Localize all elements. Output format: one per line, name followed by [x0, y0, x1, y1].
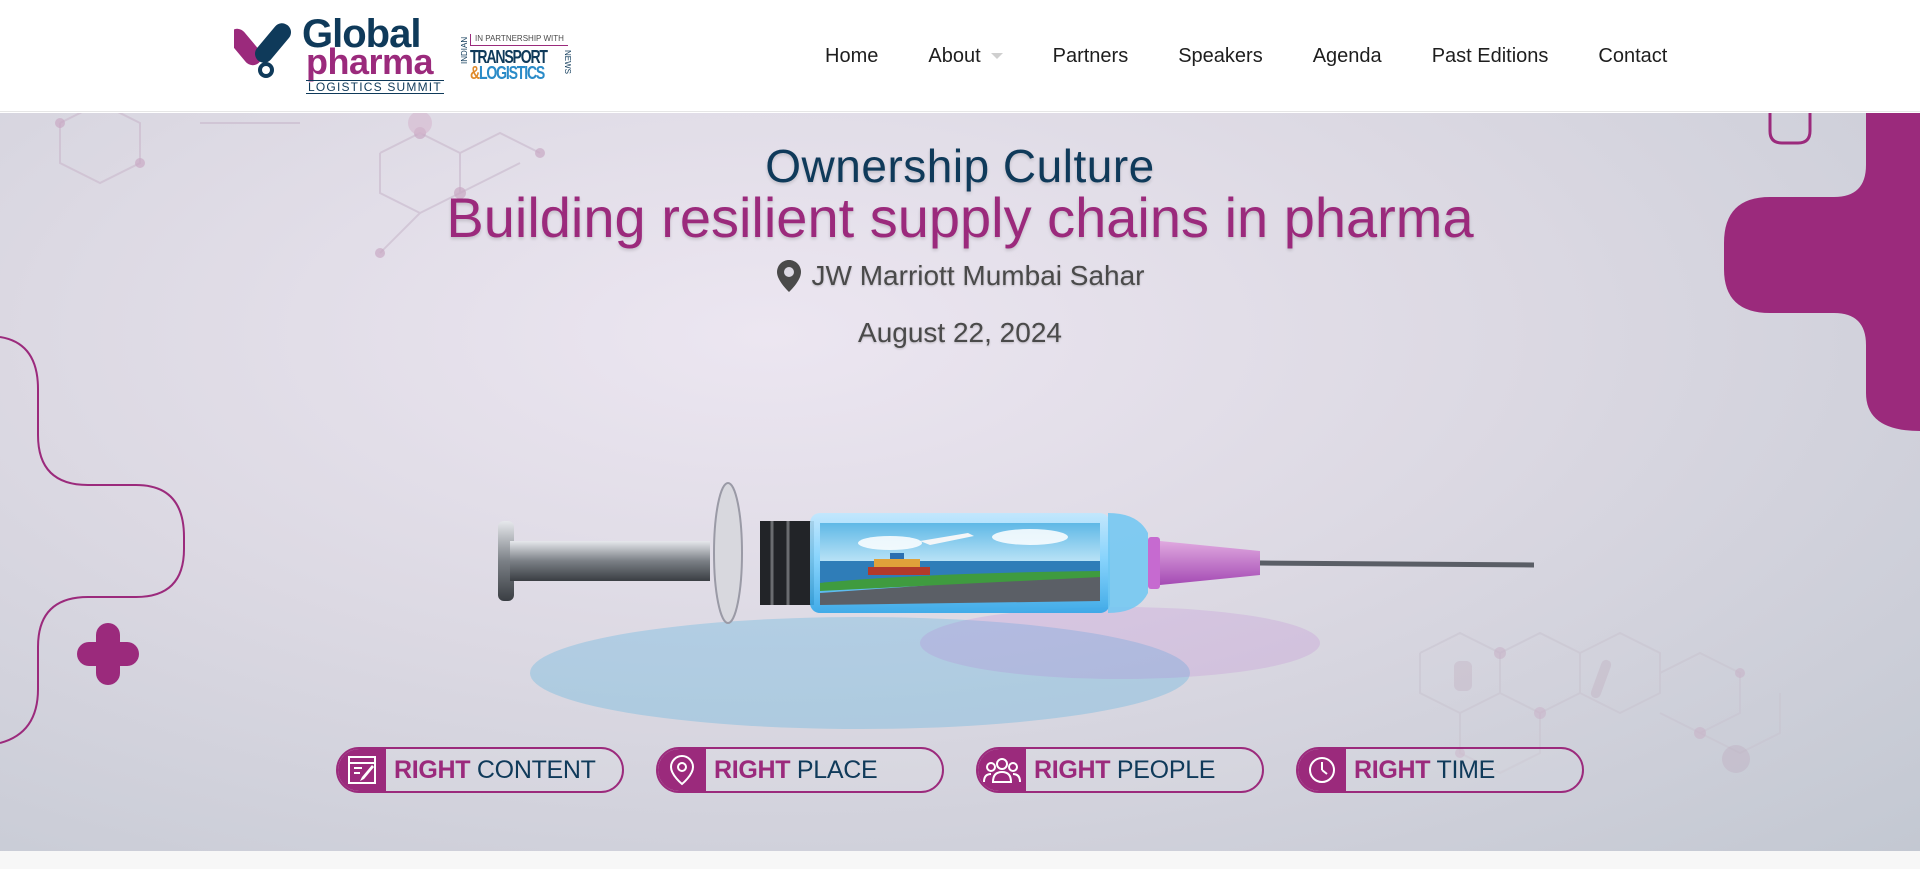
chevron-down-icon [990, 53, 1003, 59]
nav-speakers[interactable]: Speakers [1153, 45, 1288, 68]
pill-right-people: RIGHT PEOPLE [976, 747, 1264, 793]
logo-word-summit: LOGISTICS SUMMIT [306, 80, 444, 94]
site-logo[interactable]: Global pharma LOGISTICS SUMMIT IN PARTNE… [234, 14, 574, 100]
pill-rest-text: PEOPLE [1110, 755, 1216, 784]
people-icon [978, 749, 1026, 791]
nav-home[interactable]: Home [800, 45, 903, 68]
nav-home-label: Home [825, 44, 879, 67]
partner-logistics: &LOGISTICS [470, 63, 545, 83]
pill-right-time: RIGHT TIME [1296, 747, 1584, 793]
partner-news: NEWS [563, 50, 572, 74]
partner-logistics-word: LOGISTICS [478, 63, 545, 83]
pill-rest-text: CONTENT [470, 755, 596, 784]
partner-amp: & [470, 63, 480, 83]
nav-agenda[interactable]: Agenda [1288, 45, 1407, 68]
hero-venue-text: JW Marriott Mumbai Sahar [811, 260, 1145, 291]
nav-about-label: About [928, 44, 981, 67]
nav-partners-label: Partners [1052, 44, 1129, 67]
pill-rest-text: PLACE [790, 755, 878, 784]
pill-strong-text: RIGHT [1034, 755, 1111, 784]
site-header: Global pharma LOGISTICS SUMMIT IN PARTNE… [0, 0, 1920, 112]
notepad-icon [338, 749, 386, 791]
capsule-heart-icon [234, 23, 291, 78]
partner-prefix: IN PARTNERSHIP WITH [470, 34, 568, 46]
hero-banner: Ownership Culture Building resilient sup… [0, 113, 1920, 851]
nav-partners[interactable]: Partners [1028, 45, 1154, 68]
pill-strong-text: RIGHT [714, 755, 791, 784]
pill-rest-text: TIME [1430, 755, 1495, 784]
clock-icon [1298, 749, 1346, 791]
partner-logo: IN PARTNERSHIP WITH INDIAN TRANSPORT &LO… [460, 34, 574, 94]
partner-indian: INDIAN [460, 36, 469, 64]
pill-label: RIGHT PEOPLE [1026, 756, 1215, 785]
syringe-illustration [498, 482, 1535, 729]
pill-strong-text: RIGHT [1354, 755, 1431, 784]
logo-word-pharma: pharma [306, 41, 434, 82]
nav-past-editions-label: Past Editions [1431, 44, 1549, 67]
pill-right-content: RIGHT CONTENT [336, 747, 624, 793]
nav-contact[interactable]: Contact [1573, 45, 1692, 68]
nav-speakers-label: Speakers [1178, 44, 1263, 67]
nav-agenda-label: Agenda [1312, 44, 1382, 67]
nav-past-editions[interactable]: Past Editions [1407, 45, 1574, 68]
hero-date: August 22, 2024 [858, 317, 1062, 348]
hero-venue: JW Marriott Mumbai Sahar [0, 259, 1920, 293]
nav-about[interactable]: About [903, 45, 1027, 68]
hero-title: Building resilient supply chains in phar… [446, 186, 1474, 249]
value-pills: RIGHT CONTENT RIGHT PLACE RIGHT PEOPLE R… [336, 747, 1584, 793]
pill-label: RIGHT TIME [1346, 756, 1495, 785]
map-pin-icon [776, 260, 801, 292]
pill-strong-text: RIGHT [394, 755, 471, 784]
pill-label: RIGHT CONTENT [386, 756, 596, 785]
pill-label: RIGHT PLACE [706, 755, 878, 785]
map-pin-icon [658, 749, 706, 791]
page-bottom-strip [0, 851, 1920, 869]
pill-right-place: RIGHT PLACE [656, 747, 944, 793]
nav-contact-label: Contact [1598, 44, 1668, 67]
main-nav: Home About Partners Speakers Agenda Past… [800, 0, 1692, 112]
